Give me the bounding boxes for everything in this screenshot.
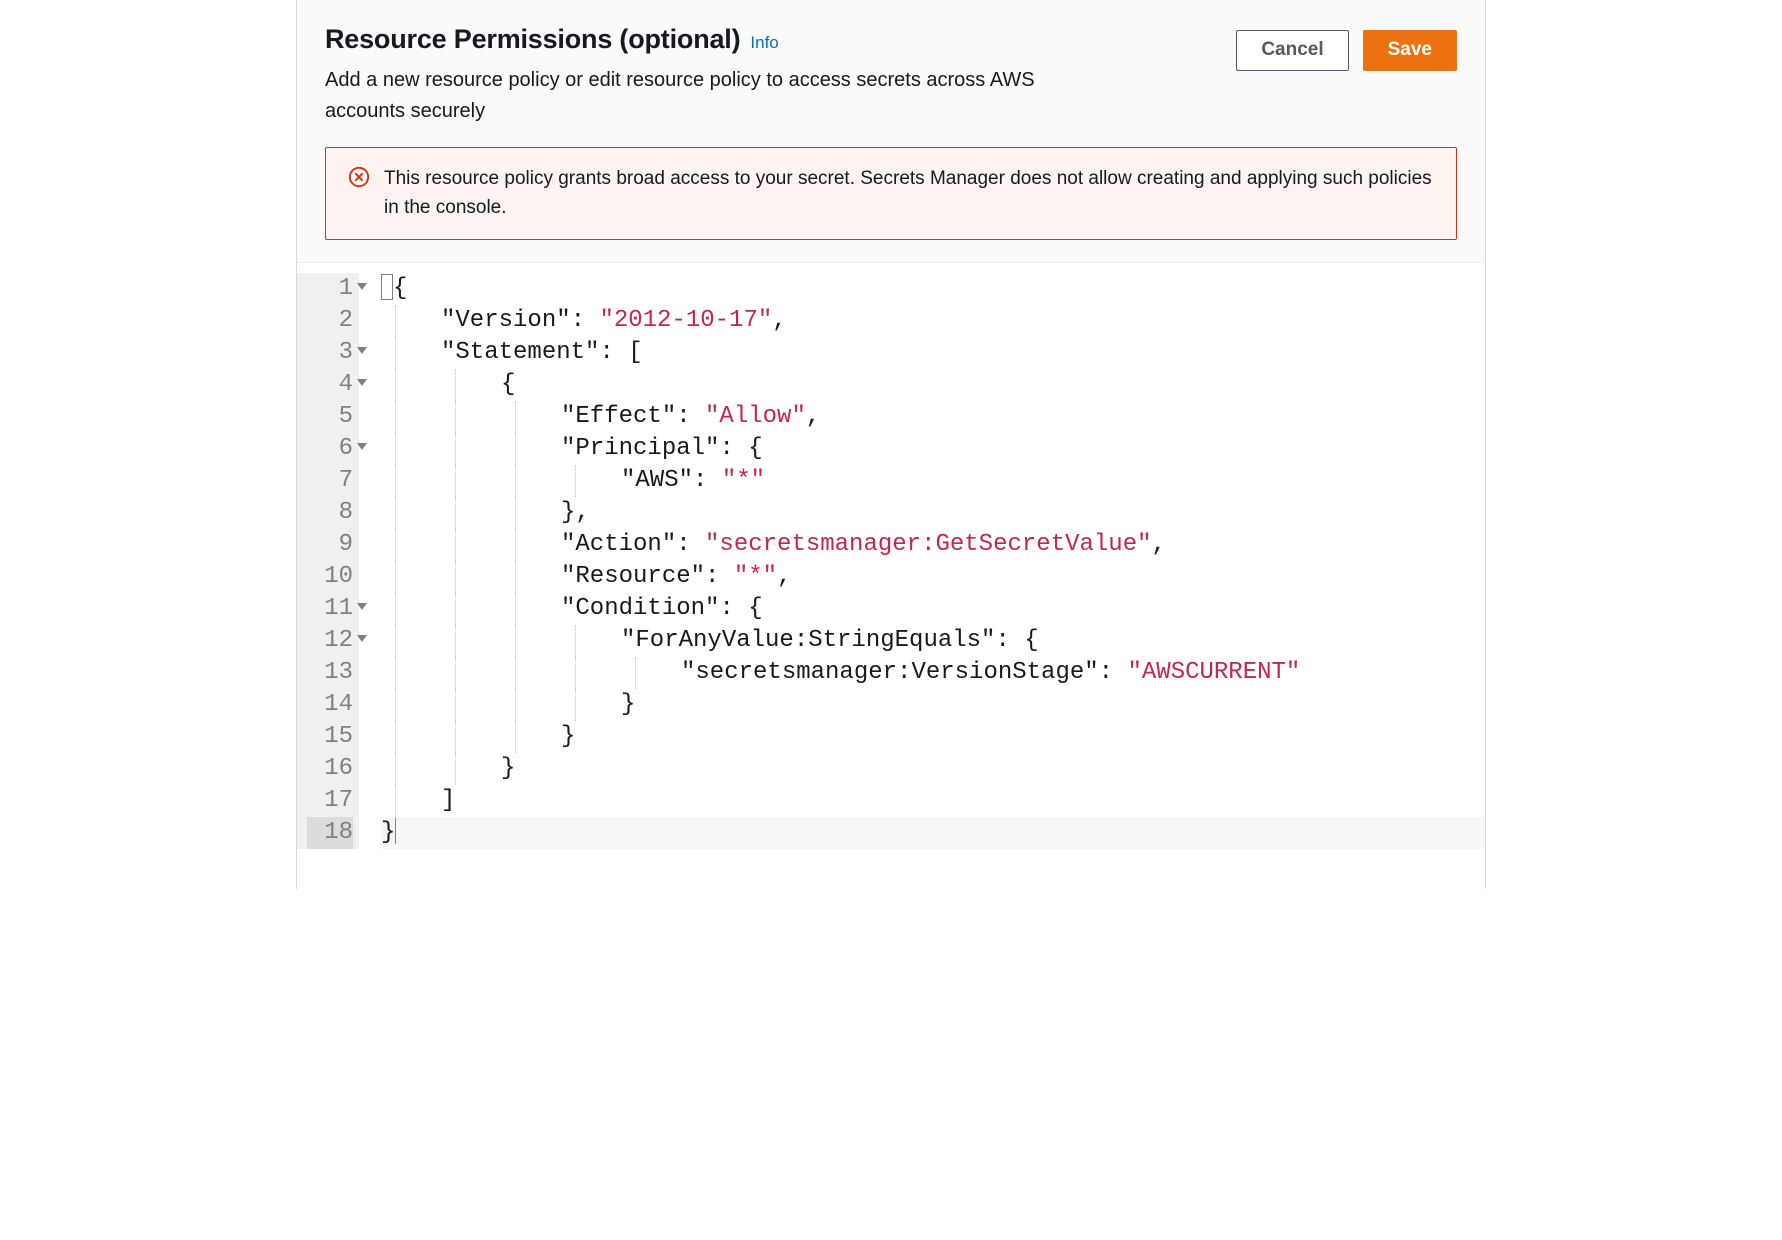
- gutter-line: 18: [307, 817, 353, 849]
- json-punct: },: [561, 499, 590, 526]
- json-string: "Allow": [705, 403, 806, 430]
- code-line[interactable]: {: [381, 273, 1485, 305]
- json-punct: :: [571, 307, 600, 334]
- code-line[interactable]: }: [381, 721, 1485, 753]
- json-key: "AWS": [621, 467, 693, 494]
- code-line[interactable]: "Principal": {: [381, 433, 1485, 465]
- gutter-line: 8: [307, 497, 353, 529]
- code-line[interactable]: "secretsmanager:VersionStage": "AWSCURRE…: [381, 657, 1485, 689]
- cancel-button[interactable]: Cancel: [1236, 30, 1348, 71]
- panel: Resource Permissions (optional) Info Add…: [296, 0, 1486, 889]
- code-line[interactable]: "Version": "2012-10-17",: [381, 305, 1485, 337]
- json-key: "Version": [441, 307, 571, 334]
- code-line[interactable]: }: [381, 817, 1485, 849]
- json-key: "Action": [561, 531, 676, 558]
- editor-gutter: 123456789101112131415161718: [297, 273, 359, 849]
- json-key: "Resource": [561, 563, 705, 590]
- gutter-line: 13: [307, 657, 353, 689]
- json-punct: ,: [777, 563, 791, 590]
- json-punct: : [: [599, 339, 642, 366]
- json-key: "Effect": [561, 403, 676, 430]
- json-key: "ForAnyValue:StringEquals": [621, 627, 995, 654]
- error-alert: This resource policy grants broad access…: [325, 147, 1457, 240]
- json-key: "Condition": [561, 595, 719, 622]
- json-string: "*": [734, 563, 777, 590]
- json-string: "*": [722, 467, 765, 494]
- code-line[interactable]: "Effect": "Allow",: [381, 401, 1485, 433]
- gutter-line: 15: [307, 721, 353, 753]
- text-cursor: [395, 818, 396, 844]
- gutter-line: 14: [307, 689, 353, 721]
- code-line[interactable]: "Condition": {: [381, 593, 1485, 625]
- json-punct: ,: [806, 403, 820, 430]
- code-line[interactable]: "ForAnyValue:StringEquals": {: [381, 625, 1485, 657]
- json-punct: : {: [719, 595, 762, 622]
- gutter-line: 17: [307, 785, 353, 817]
- json-string: "secretsmanager:GetSecretValue": [705, 531, 1151, 558]
- json-punct: }: [381, 819, 395, 846]
- code-line[interactable]: "Statement": [: [381, 337, 1485, 369]
- gutter-line: 9: [307, 529, 353, 561]
- json-punct: ,: [772, 307, 786, 334]
- json-string: "AWSCURRENT": [1127, 659, 1300, 686]
- gutter-line: 12: [307, 625, 353, 657]
- action-buttons: Cancel Save: [1236, 24, 1457, 71]
- json-key: "Statement": [441, 339, 599, 366]
- json-key: "secretsmanager:VersionStage": [681, 659, 1099, 686]
- gutter-line: 6: [307, 433, 353, 465]
- error-message: This resource policy grants broad access…: [384, 164, 1434, 223]
- json-punct: : {: [719, 435, 762, 462]
- gutter-line: 7: [307, 465, 353, 497]
- json-string: "2012-10-17": [599, 307, 772, 334]
- code-line[interactable]: "AWS": "*": [381, 465, 1485, 497]
- gutter-line: 10: [307, 561, 353, 593]
- panel-subtitle: Add a new resource policy or edit resour…: [325, 65, 1065, 127]
- code-line[interactable]: {: [381, 369, 1485, 401]
- gutter-line: 3: [307, 337, 353, 369]
- gutter-line: 2: [307, 305, 353, 337]
- json-key: "Principal": [561, 435, 719, 462]
- json-punct: :: [676, 403, 705, 430]
- editor-code[interactable]: {"Version": "2012-10-17","Statement": [{…: [359, 273, 1485, 849]
- json-punct: }: [561, 723, 575, 750]
- info-link[interactable]: Info: [750, 33, 778, 53]
- save-button[interactable]: Save: [1363, 30, 1457, 71]
- gutter-line: 11: [307, 593, 353, 625]
- json-punct: ,: [1152, 531, 1166, 558]
- cursor-box: [381, 274, 393, 300]
- json-punct: :: [1099, 659, 1128, 686]
- gutter-line: 4: [307, 369, 353, 401]
- code-line[interactable]: }: [381, 753, 1485, 785]
- gutter-line: 5: [307, 401, 353, 433]
- json-punct: :: [693, 467, 722, 494]
- code-line[interactable]: }: [381, 689, 1485, 721]
- code-line[interactable]: "Action": "secretsmanager:GetSecretValue…: [381, 529, 1485, 561]
- json-punct: : {: [995, 627, 1038, 654]
- json-punct: {: [393, 275, 407, 302]
- error-icon: [348, 166, 370, 188]
- code-line[interactable]: "Resource": "*",: [381, 561, 1485, 593]
- json-punct: :: [705, 563, 734, 590]
- panel-header: Resource Permissions (optional) Info Add…: [297, 0, 1485, 263]
- json-punct: }: [621, 691, 635, 718]
- code-line[interactable]: },: [381, 497, 1485, 529]
- gutter-line: 1: [307, 273, 353, 305]
- panel-title: Resource Permissions (optional): [325, 24, 740, 55]
- json-punct: ]: [441, 787, 455, 814]
- json-punct: }: [501, 755, 515, 782]
- json-punct: {: [501, 371, 515, 398]
- json-punct: :: [676, 531, 705, 558]
- code-line[interactable]: ]: [381, 785, 1485, 817]
- policy-editor[interactable]: 123456789101112131415161718 {"Version": …: [297, 263, 1485, 889]
- gutter-line: 16: [307, 753, 353, 785]
